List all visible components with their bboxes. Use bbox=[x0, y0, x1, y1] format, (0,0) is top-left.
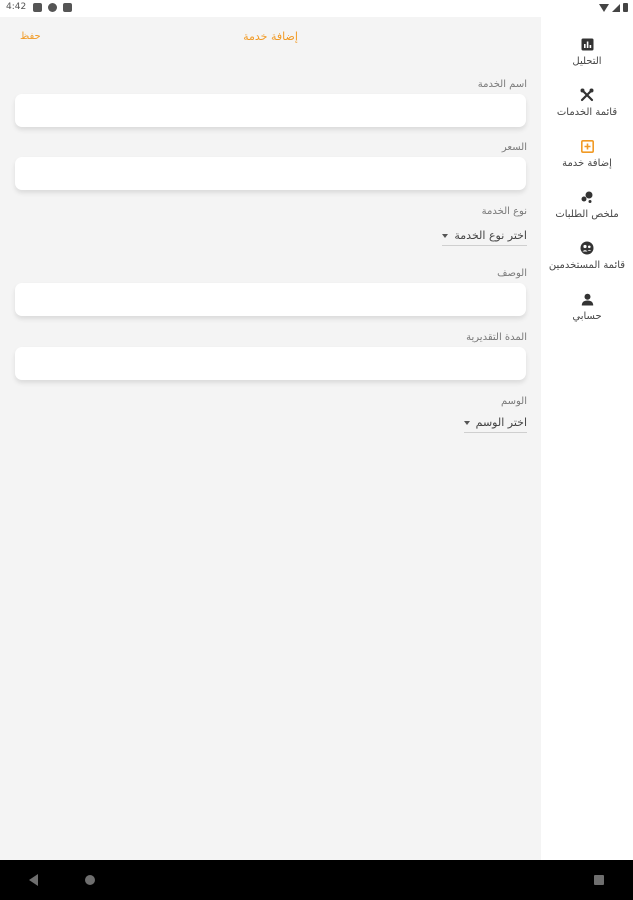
sidebar-item-label: ملخص الطلبات bbox=[555, 209, 619, 220]
main-panel: حفظ إضافة خدمة اسم الخدمة السعر نوع الخد… bbox=[0, 17, 541, 860]
users-icon bbox=[579, 240, 595, 256]
tools-icon bbox=[579, 87, 595, 103]
sidebar-item-orders-summary[interactable]: ملخص الطلبات bbox=[541, 189, 633, 233]
person-icon bbox=[579, 291, 595, 307]
price-input[interactable] bbox=[15, 157, 526, 190]
service-type-selected: اختر نوع الخدمة bbox=[454, 229, 527, 242]
price-label: السعر bbox=[501, 142, 527, 153]
notification-sync-icon bbox=[48, 3, 57, 12]
status-bar: 4:42 bbox=[0, 0, 633, 17]
sidebar-item-my-account[interactable]: حسابي bbox=[541, 291, 633, 335]
system-navigation-bar bbox=[0, 860, 633, 900]
notification-icons bbox=[33, 3, 72, 12]
tag-dropdown[interactable]: اختر الوسم bbox=[463, 416, 527, 433]
caret-down-icon bbox=[442, 233, 449, 238]
notification-sd-card-icon bbox=[63, 3, 72, 12]
sidebar-item-label: قائمة المستخدمين bbox=[548, 260, 626, 271]
sidebar-item-label: التحليل bbox=[572, 56, 602, 67]
duration-input[interactable] bbox=[15, 347, 526, 380]
sidebar-item-label: قائمة الخدمات bbox=[556, 107, 618, 118]
analytics-icon bbox=[579, 36, 595, 52]
notification-app-icon bbox=[33, 3, 42, 12]
status-time: 4:42 bbox=[6, 2, 27, 12]
sidebar-item-analytics[interactable]: التحليل bbox=[541, 36, 633, 80]
system-icons bbox=[599, 3, 628, 12]
page-title: إضافة خدمة bbox=[243, 30, 298, 43]
sidebar-item-label: حسابي bbox=[572, 311, 602, 322]
sidebar-item-add-service[interactable]: إضافة خدمة bbox=[541, 138, 633, 182]
sidebar-item-users-list[interactable]: قائمة المستخدمين bbox=[541, 240, 633, 284]
sidebar-item-label: إضافة خدمة bbox=[562, 158, 612, 169]
description-input[interactable] bbox=[15, 283, 526, 316]
sidebar: التحليل قائمة الخدمات إضافة خدمة ملخص ال… bbox=[541, 17, 633, 860]
recent-apps-icon[interactable] bbox=[594, 875, 604, 885]
back-icon[interactable] bbox=[29, 874, 38, 886]
home-icon[interactable] bbox=[85, 875, 95, 885]
sidebar-item-services-list[interactable]: قائمة الخدمات bbox=[541, 87, 633, 131]
signal-icon bbox=[612, 3, 620, 12]
wifi-icon bbox=[599, 3, 609, 12]
tag-selected: اختر الوسم bbox=[475, 416, 527, 429]
tag-label: الوسم bbox=[500, 396, 527, 407]
add-box-icon bbox=[579, 138, 595, 154]
caret-down-icon bbox=[463, 420, 470, 425]
service-name-label: اسم الخدمة bbox=[477, 79, 527, 90]
service-type-dropdown[interactable]: اختر نوع الخدمة bbox=[442, 229, 527, 246]
service-type-label: نوع الخدمة bbox=[481, 206, 527, 217]
bubbles-icon bbox=[579, 189, 595, 205]
duration-label: المدة التقديرية bbox=[466, 332, 527, 343]
service-name-input[interactable] bbox=[15, 94, 526, 127]
battery-icon bbox=[623, 3, 628, 12]
description-label: الوصف bbox=[497, 268, 527, 279]
